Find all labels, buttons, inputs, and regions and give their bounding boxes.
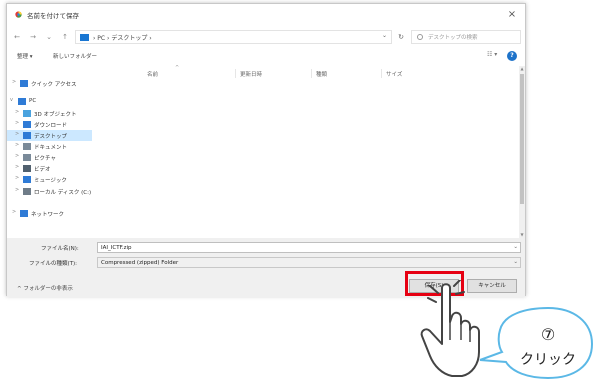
nav-item-label: デスクトップ bbox=[34, 134, 68, 140]
network-icon bbox=[20, 210, 28, 217]
pc-icon bbox=[18, 98, 26, 105]
document-icon bbox=[23, 143, 31, 150]
chevron-right-icon[interactable]: > bbox=[15, 131, 19, 137]
video-icon bbox=[23, 165, 31, 172]
refresh-button[interactable]: ↻ bbox=[394, 30, 408, 44]
filetype-dropdown-icon[interactable]: ⌄ bbox=[513, 259, 518, 265]
chevron-down-icon[interactable]: v bbox=[10, 97, 13, 103]
filetype-label: ファイルの種類(T): bbox=[29, 261, 78, 267]
nav-item-pc[interactable]: v PC bbox=[7, 96, 92, 107]
chevron-right-icon[interactable]: > bbox=[15, 142, 19, 148]
filetype-select[interactable]: Compressed (zipped) Folder ⌄ bbox=[97, 257, 521, 268]
nav-item-network[interactable]: > ネットワーク bbox=[7, 208, 92, 219]
nav-item-label: ローカル ディスク (C:) bbox=[34, 190, 92, 196]
new-folder-button[interactable]: 新しいフォルダー bbox=[53, 52, 97, 60]
drive-icon bbox=[23, 188, 31, 195]
search-placeholder: デスクトップの検索 bbox=[428, 35, 478, 41]
column-header-name[interactable]: 名前 bbox=[147, 70, 158, 78]
chevron-right-icon[interactable]: > bbox=[15, 120, 19, 126]
recent-locations-button[interactable]: ⌄ bbox=[43, 30, 55, 44]
step-label: クリック bbox=[520, 352, 576, 368]
sort-indicator-icon: ^ bbox=[175, 65, 180, 71]
scrollbar-thumb[interactable] bbox=[520, 74, 524, 204]
nav-item-picture[interactable]: > ピクチャ bbox=[7, 152, 92, 163]
nav-item-download[interactable]: > ダウンロード bbox=[7, 119, 92, 130]
nav-item-label: ビデオ bbox=[34, 167, 51, 173]
filename-value: IAI_ICTF.zip bbox=[101, 244, 132, 251]
up-button[interactable]: ↑ bbox=[59, 30, 71, 44]
nav-item-cube[interactable]: >3D オブジェクト bbox=[7, 108, 92, 119]
music-icon bbox=[23, 176, 31, 183]
nav-item-label: ドキュメント bbox=[34, 145, 68, 151]
back-button[interactable]: ← bbox=[11, 30, 23, 44]
column-header-type[interactable]: 種類 bbox=[316, 70, 327, 78]
organize-button[interactable]: 整理 ▾ bbox=[17, 52, 33, 60]
search-input[interactable]: デスクトップの検索 bbox=[411, 30, 521, 44]
command-bar: 整理 ▾ 新しいフォルダー ☷ ▾ ? bbox=[7, 48, 525, 66]
chevron-right-icon[interactable]: > bbox=[15, 175, 19, 181]
breadcrumb[interactable]: › PC › デスクトップ › bbox=[93, 33, 152, 42]
step-number: ⑦ bbox=[541, 325, 555, 344]
forward-button[interactable]: → bbox=[27, 30, 39, 44]
hide-folders-button[interactable]: ^ フォルダーの非表示 bbox=[17, 284, 73, 292]
chevron-right-icon[interactable]: > bbox=[12, 209, 16, 215]
step-callout: ⑦ クリック bbox=[479, 306, 594, 380]
nav-item-star[interactable]: > クイック アクセス bbox=[7, 78, 92, 89]
chevron-right-icon[interactable]: > bbox=[15, 187, 19, 193]
nav-item-label: 3D オブジェクト bbox=[34, 112, 77, 118]
nav-item-drive[interactable]: > ローカル ディスク (C:) bbox=[7, 186, 92, 197]
filename-label: ファイル名(N): bbox=[41, 246, 79, 252]
picture-icon bbox=[23, 154, 31, 161]
chevron-right-icon[interactable]: > bbox=[12, 79, 16, 85]
column-header-modified[interactable]: 更新日時 bbox=[240, 70, 262, 78]
search-icon bbox=[417, 34, 423, 40]
download-icon bbox=[23, 121, 31, 128]
column-divider[interactable] bbox=[235, 69, 236, 78]
chevron-right-icon[interactable]: > bbox=[15, 109, 19, 115]
column-divider[interactable] bbox=[381, 69, 382, 78]
app-icon bbox=[15, 11, 22, 18]
folder-icon bbox=[80, 34, 89, 41]
nav-item-label: ピクチャ bbox=[34, 156, 56, 162]
vertical-scrollbar[interactable]: ▲ ▼ bbox=[519, 66, 525, 238]
nav-item-label: ミュージック bbox=[34, 178, 67, 184]
address-dropdown-button[interactable]: ⌄ bbox=[382, 32, 387, 39]
close-button[interactable]: × bbox=[505, 8, 519, 22]
change-view-button[interactable]: ☷ ▾ bbox=[487, 51, 497, 58]
window-title: 名前を付けて保存 bbox=[27, 12, 79, 20]
address-row: ← → ⌄ ↑ › PC › デスクトップ › ⌄ ↻ デスクトップの検索 bbox=[7, 27, 525, 47]
navigation-pane: > クイック アクセス v PC >3D オブジェクト > ダウンロード > デスクトップ > ドキ… bbox=[7, 66, 92, 238]
star-icon bbox=[20, 80, 28, 87]
desktop-icon bbox=[23, 132, 31, 139]
column-divider[interactable] bbox=[311, 69, 312, 78]
chevron-right-icon[interactable]: > bbox=[15, 164, 19, 170]
nav-item-music[interactable]: > ミュージック bbox=[7, 174, 92, 185]
filename-input[interactable]: IAI_ICTF.zip ⌄ bbox=[97, 242, 521, 253]
nav-item-document[interactable]: > ドキュメント bbox=[7, 141, 92, 152]
nav-item-label: PC bbox=[29, 98, 37, 104]
save-as-dialog: 名前を付けて保存 × ← → ⌄ ↑ › PC › デスクトップ › ⌄ ↻ デ… bbox=[6, 3, 526, 297]
title-bar: 名前を付けて保存 × bbox=[7, 4, 525, 26]
filetype-value: Compressed (zipped) Folder bbox=[101, 259, 179, 266]
nav-item-label: ネットワーク bbox=[31, 212, 65, 218]
file-list[interactable]: 名前 ^ 更新日時 種類 サイズ bbox=[95, 65, 519, 238]
help-button[interactable]: ? bbox=[507, 51, 517, 61]
chevron-right-icon[interactable]: > bbox=[15, 153, 19, 159]
nav-item-label: クイック アクセス bbox=[31, 82, 77, 88]
nav-item-video[interactable]: > ビデオ bbox=[7, 163, 92, 174]
address-bar[interactable]: › PC › デスクトップ › ⌄ bbox=[75, 30, 392, 44]
scroll-up-icon[interactable]: ▲ bbox=[519, 66, 525, 72]
nav-item-desktop[interactable]: > デスクトップ bbox=[7, 130, 92, 141]
nav-item-label: ダウンロード bbox=[34, 123, 68, 129]
column-header-size[interactable]: サイズ bbox=[386, 70, 402, 78]
cube-icon bbox=[23, 110, 31, 117]
filename-dropdown-icon[interactable]: ⌄ bbox=[513, 244, 518, 250]
